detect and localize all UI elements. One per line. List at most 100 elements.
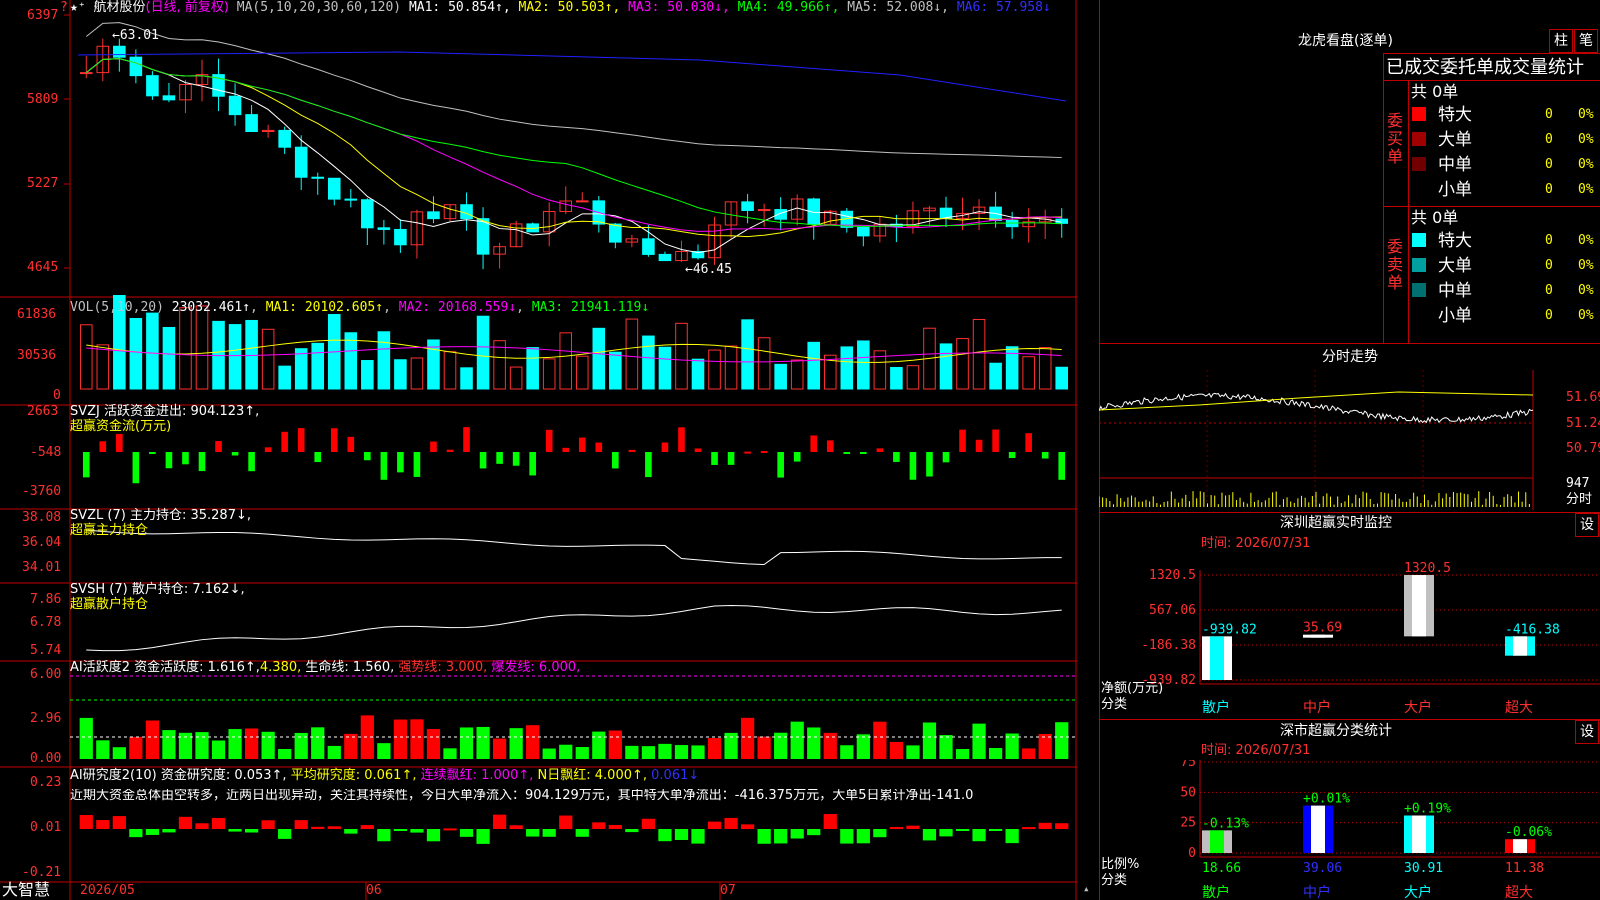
- svzj-bar-48: [876, 448, 884, 452]
- stock-name[interactable]: 航材股份: [93, 0, 145, 15]
- svzj-bar-27: [529, 452, 536, 476]
- ai-research-bar-47: [856, 829, 870, 844]
- vol-bar-33: [625, 318, 639, 390]
- stats-time: 时间: 2026/07/31: [1201, 743, 1311, 758]
- stats-y-unit: 比例%: [1101, 857, 1140, 872]
- candle-body-32: [609, 223, 622, 243]
- ai-active-bar-21: [426, 729, 441, 759]
- ai-active-bar-40: [740, 717, 755, 759]
- ai-active-bar-0: [79, 717, 93, 759]
- ai-active-bar-30: [575, 747, 589, 759]
- ai-research-bar-22: [443, 828, 457, 831]
- kline-chart-area[interactable]: [0, 0, 1077, 900]
- buy-swatch-3: [1412, 182, 1426, 196]
- svzj-bar-51: [926, 452, 933, 477]
- vol-bar-50: [906, 365, 920, 390]
- sell-row-value-3: 0: [1545, 308, 1553, 323]
- ai-active-bar-41: [757, 736, 771, 759]
- svzj-bar-29: [562, 447, 570, 452]
- stats-bar-hl-3: [1513, 839, 1527, 853]
- svzj-bar-59: [1058, 452, 1066, 480]
- stats-chart: 75 50 25 0 -0.13% 散户 18.66 +0.01% 中户 39.06 +0.19% 大…: [1180, 760, 1600, 900]
- ai-research-comment: 近期大资金总体由空转多，近两日出现异动，关注其持续性，今日大单净流入：904.1…: [70, 789, 974, 803]
- vol-bar-6: [179, 307, 192, 390]
- ai-research-bar-31: [592, 822, 606, 829]
- dragon-tiger-mid-line: [1383, 206, 1600, 207]
- ai-research-bar-58: [1038, 822, 1052, 829]
- sell-side-label: 委卖单: [1387, 237, 1404, 292]
- ai-active-bar-54: [972, 723, 986, 759]
- vol-bar-53: [956, 338, 969, 390]
- ai-active-bar-51: [922, 722, 937, 759]
- svzj-bar-6: [182, 452, 189, 465]
- svzj-bar-18: [380, 452, 388, 480]
- svsh-tick-1: 6.78: [30, 615, 62, 630]
- intraday-chart[interactable]: [1099, 370, 1600, 510]
- ai-active-bar-34: [641, 746, 656, 759]
- candle-body-0: [79, 72, 93, 75]
- stats-top-line: [1099, 719, 1600, 720]
- buy-row-label-1: 大单: [1438, 130, 1472, 150]
- ai-active-bar-29: [559, 744, 573, 759]
- svzj-bar-14: [314, 452, 322, 463]
- x-axis-label-1: 06: [366, 883, 382, 898]
- candle-body-15: [327, 177, 341, 200]
- vol-bar-46: [840, 346, 854, 390]
- price-panel-header: ★⁺ 航材股份(日线, 前复权) MA(5,10,20,30,60,120) M…: [70, 1, 1051, 15]
- ai-active-bar-36: [674, 745, 689, 759]
- ai-active-bar-50: [906, 745, 920, 759]
- stats-category-0: 散户: [1202, 884, 1230, 900]
- ai-research-bar-2: [112, 816, 126, 829]
- ai-active-header: AI活跃度2 资金活跃度: 1.616↑,4.380, 生命线: 1.560, …: [70, 660, 581, 675]
- period-note: (日线, 前复权): [145, 0, 229, 15]
- monitor-bar-2: [1404, 575, 1434, 637]
- svsh-tick-2: 5.74: [30, 643, 62, 658]
- ai-active-tick-0: 6.00: [30, 667, 62, 682]
- svzj-bar-36: [678, 427, 685, 452]
- bar-view-button[interactable]: 柱: [1549, 29, 1573, 53]
- stats-bar-hl-2: [1412, 815, 1426, 853]
- ai-research-bar-26: [509, 825, 523, 829]
- stats-bar-3: [1505, 839, 1535, 853]
- ai-active-bar-59: [1055, 722, 1069, 759]
- vol-bar-10: [245, 319, 258, 390]
- svzj-tick-0: 2663: [27, 404, 59, 419]
- vol-bar-5: [162, 326, 176, 390]
- stats-category-1: 中户: [1303, 884, 1331, 900]
- ai-active-bar-12: [278, 748, 292, 759]
- buy-swatch-2: [1412, 157, 1426, 171]
- svzl-tick-1: 36.04: [22, 535, 62, 550]
- monitor-bar-0: [1202, 636, 1232, 680]
- monitor-bar-hl-2: [1412, 575, 1426, 637]
- ai-research-bar-12: [278, 829, 292, 839]
- vol-bar-9: [228, 324, 242, 390]
- ai-active-bar-9: [228, 729, 242, 759]
- sell-row-pct-0: 0%: [1578, 233, 1594, 248]
- candle-body-34: [642, 238, 655, 255]
- ai-research-bar-56: [1005, 829, 1019, 844]
- ai-active-bar-35: [658, 743, 672, 759]
- ai-research-bar-29: [559, 815, 573, 829]
- ai-research-tick-0: 0.23: [30, 775, 62, 790]
- monitor-settings-button[interactable]: 设: [1575, 513, 1599, 537]
- ai-research-tick-1: 0.01: [30, 820, 62, 835]
- sell-row-label-1: 大单: [1438, 256, 1472, 276]
- stats-settings-button[interactable]: 设: [1575, 720, 1599, 744]
- ai-active-bar-19: [393, 719, 408, 759]
- ai-active-bar-2: [112, 747, 126, 759]
- buy-swatch-1: [1412, 132, 1426, 146]
- ai-active-bar-4: [145, 720, 160, 759]
- lock-icon[interactable]: ▴: [1083, 882, 1090, 896]
- ai-research-bar-43: [790, 829, 804, 839]
- ai-research-bar-27: [526, 829, 540, 837]
- vol-bar-58: [1038, 347, 1052, 390]
- vol-bar-25: [493, 340, 506, 390]
- monitor-bar-label-3: -416.38: [1505, 622, 1560, 637]
- stats-x-unit: 分类: [1101, 873, 1128, 888]
- vol-tick-0: 61836: [17, 307, 57, 322]
- ai-research-bar-45: [823, 814, 837, 829]
- svzj-bar-41: [760, 450, 768, 453]
- svzj-bar-15: [330, 428, 338, 452]
- vol-bar-1: [96, 344, 110, 390]
- tick-view-button[interactable]: 笔: [1574, 29, 1598, 53]
